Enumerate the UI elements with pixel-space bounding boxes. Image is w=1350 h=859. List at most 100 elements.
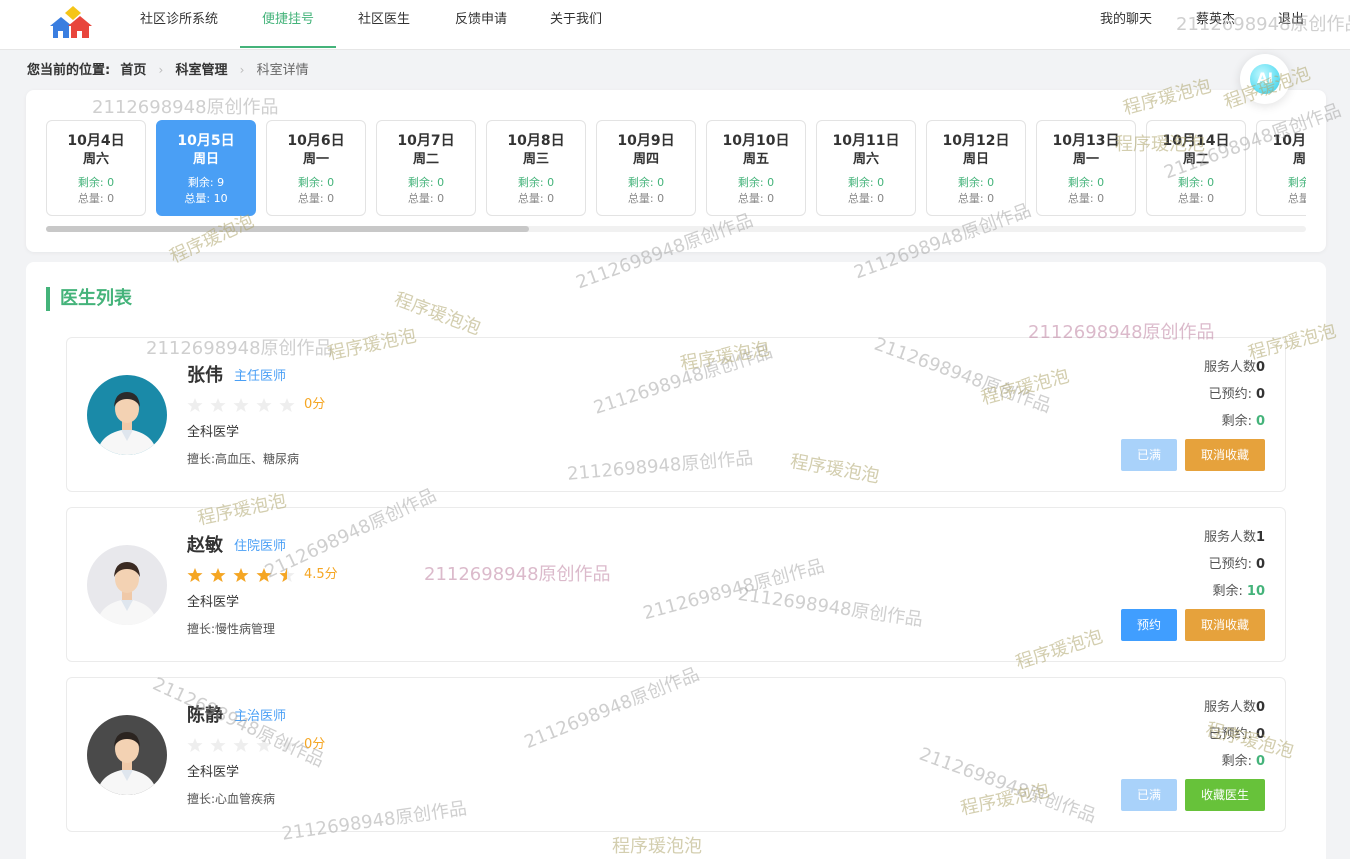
rating-score: 0分 xyxy=(304,737,326,752)
ai-assistant-button[interactable]: AI xyxy=(1240,54,1290,104)
remaining-slots-value: 0 xyxy=(1255,414,1265,429)
unfavorite-button[interactable]: 取消收藏 xyxy=(1185,609,1265,641)
my-chat-link[interactable]: 我的聊天 xyxy=(1100,0,1152,40)
booked-count-label: 已预约: xyxy=(1208,557,1252,572)
unfavorite-button[interactable]: 取消收藏 xyxy=(1185,439,1265,471)
breadcrumb: 您当前的位置: 首页 › 科室管理 › 科室详情 xyxy=(27,60,309,80)
booked-count: 已预约: 0 xyxy=(1209,727,1265,743)
remaining-slots: 剩余: 0 xyxy=(1222,414,1265,430)
booked-count-value: 0 xyxy=(1255,387,1265,402)
remaining-count: 剩余: 0 xyxy=(1067,176,1105,189)
star-icon xyxy=(279,397,295,413)
remaining-count: 剩余: 0 xyxy=(1287,176,1306,189)
date-label: 10月8日 xyxy=(507,133,565,149)
total-count: 总量: 0 xyxy=(737,192,775,205)
date-tile[interactable]: 10月12日 周日 剩余: 0 总量: 0 xyxy=(926,120,1026,216)
doctor-name[interactable]: 张伟 xyxy=(187,365,223,387)
weekday-label: 周一 xyxy=(302,152,329,167)
horizontal-scrollbar[interactable] xyxy=(46,226,1306,232)
doctor-name[interactable]: 赵敏 xyxy=(187,535,223,557)
doctor-card: 陈静 主治医师 0分 全科医学 擅长:心血管疾病 服务人数0 已预约: 0 剩余: 0 已满 收藏医生 xyxy=(66,677,1286,832)
booked-count-label: 已预约: xyxy=(1208,727,1252,742)
scrollbar-thumb[interactable] xyxy=(46,226,529,232)
doctor-title: 主任医师 xyxy=(234,369,287,384)
remaining-count: 剩余: 0 xyxy=(297,176,335,189)
weekday-label: 周日 xyxy=(192,152,219,167)
nav-item-doctors[interactable]: 社区医生 xyxy=(355,0,413,50)
breadcrumb-home[interactable]: 首页 xyxy=(120,63,146,78)
star-icon xyxy=(256,737,272,753)
doctor-department: 全科医学 xyxy=(187,765,240,780)
specialty-label: 擅长: xyxy=(187,792,216,806)
book-button[interactable]: 预约 xyxy=(1121,609,1177,641)
weekday-label: 周一 xyxy=(1072,152,1099,167)
rating-stars: 0分 xyxy=(187,737,325,753)
chevron-right-icon: › xyxy=(239,63,245,77)
date-tile[interactable]: 10月13日 周一 剩余: 0 总量: 0 xyxy=(1036,120,1136,216)
doctor-specialty: 擅长:高血压、糖尿病 xyxy=(187,451,299,467)
doctor-department: 全科医学 xyxy=(187,595,240,610)
date-tile[interactable]: 10月7日 周二 剩余: 0 总量: 0 xyxy=(376,120,476,216)
date-tile[interactable]: 10月6日 周一 剩余: 0 总量: 0 xyxy=(266,120,366,216)
date-label: 10月14日 xyxy=(1162,133,1230,149)
nav-item-about[interactable]: 关于我们 xyxy=(547,0,605,50)
logout-link[interactable]: 退出 xyxy=(1278,0,1304,40)
star-icon xyxy=(279,567,295,583)
section-title: 医生列表 xyxy=(46,287,132,311)
total-count: 总量: 0 xyxy=(847,192,885,205)
remaining-count: 剩余: 0 xyxy=(847,176,885,189)
star-icon xyxy=(256,397,272,413)
total-count: 总量: 0 xyxy=(77,192,115,205)
avatar[interactable] xyxy=(87,715,167,795)
avatar[interactable] xyxy=(87,545,167,625)
date-tile[interactable]: 10月11日 周六 剩余: 0 总量: 0 xyxy=(816,120,916,216)
doctor-name[interactable]: 陈静 xyxy=(187,705,223,727)
nav-item-home[interactable]: 社区诊所系统 xyxy=(136,0,222,50)
date-tile[interactable]: 10月9日 周四 剩余: 0 总量: 0 xyxy=(596,120,696,216)
date-label: 10月11日 xyxy=(832,133,900,149)
favorite-button[interactable]: 收藏医生 xyxy=(1185,779,1265,811)
total-count: 总量: 0 xyxy=(407,192,445,205)
date-label: 10月15日 xyxy=(1272,133,1306,149)
full-button[interactable]: 已满 xyxy=(1121,439,1177,471)
breadcrumb-section[interactable]: 科室管理 xyxy=(175,63,227,78)
booked-count-value: 0 xyxy=(1255,557,1265,572)
service-count-value: 0 xyxy=(1255,360,1265,375)
date-tile[interactable]: 10月10日 周五 剩余: 0 总量: 0 xyxy=(706,120,806,216)
logo-icon[interactable] xyxy=(46,6,96,40)
user-name[interactable]: 蔡英杰 xyxy=(1196,0,1235,40)
star-icon xyxy=(187,737,203,753)
star-icon xyxy=(187,397,203,413)
booked-count: 已预约: 0 xyxy=(1209,387,1265,403)
remaining-count: 剩余: 0 xyxy=(627,176,665,189)
star-icon xyxy=(210,737,226,753)
nav-item-registration[interactable]: 便捷挂号 xyxy=(240,0,336,48)
doctor-title: 住院医师 xyxy=(234,539,287,554)
weekday-label: 周三 xyxy=(522,152,549,167)
doctor-specialty: 擅长:慢性病管理 xyxy=(187,621,275,637)
breadcrumb-current: 科室详情 xyxy=(256,63,309,78)
date-tile[interactable]: 10月5日 周日 剩余: 9 总量: 10 xyxy=(156,120,256,216)
star-icon xyxy=(187,567,203,583)
date-label: 10月5日 xyxy=(177,133,235,149)
star-icon xyxy=(256,567,272,583)
date-label: 10月7日 xyxy=(397,133,455,149)
weekday-label: 周二 xyxy=(1182,152,1209,167)
weekday-label: 周五 xyxy=(742,152,769,167)
date-tile[interactable]: 10月8日 周三 剩余: 0 总量: 0 xyxy=(486,120,586,216)
date-label: 10月13日 xyxy=(1052,133,1120,149)
nav-item-feedback[interactable]: 反馈申请 xyxy=(452,0,510,50)
date-label: 10月12日 xyxy=(942,133,1010,149)
doctor-specialty: 擅长:心血管疾病 xyxy=(187,791,275,807)
avatar[interactable] xyxy=(87,375,167,455)
total-count: 总量: 10 xyxy=(184,192,228,205)
star-icon xyxy=(210,397,226,413)
full-button[interactable]: 已满 xyxy=(1121,779,1177,811)
date-tile[interactable]: 10月14日 周二 剩余: 0 总量: 0 xyxy=(1146,120,1246,216)
service-count: 服务人数0 xyxy=(1204,700,1265,716)
date-tile[interactable]: 10月4日 周六 剩余: 0 总量: 0 xyxy=(46,120,146,216)
rating-stars: 4.5分 xyxy=(187,567,338,583)
date-tile[interactable]: 10月15日周三剩余: 0 总量: 0 xyxy=(1256,120,1306,216)
weekday-label: 周六 xyxy=(82,152,109,167)
star-icon xyxy=(233,397,249,413)
